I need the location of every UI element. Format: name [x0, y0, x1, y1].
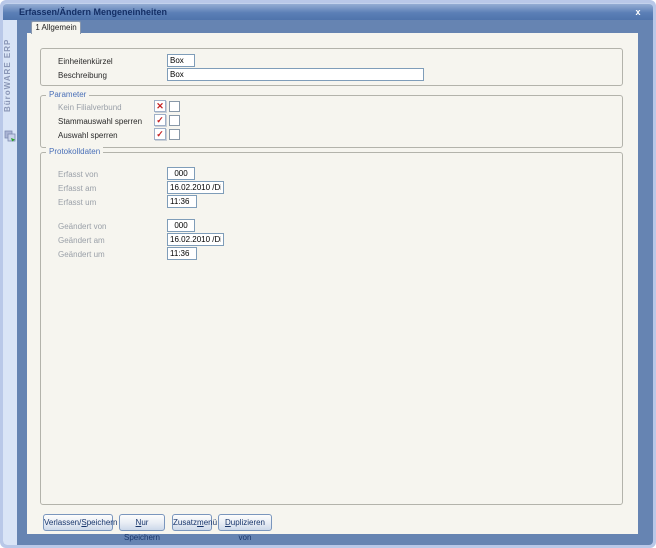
beschreibung-input[interactable]: [167, 68, 424, 81]
kein-filialverbund-checkbox[interactable]: [169, 101, 180, 112]
verlassen-speichern-button[interactable]: Verlassen/Speichern: [43, 514, 113, 531]
group-parameter-title: Parameter: [46, 90, 89, 100]
geaendert-von-input[interactable]: [167, 219, 195, 232]
tab-allgemein[interactable]: 1 Allgemein: [31, 21, 81, 34]
auswahl-sperren-checkbox[interactable]: [169, 129, 180, 140]
erfasst-um-input[interactable]: [167, 195, 197, 208]
duplizieren-von-button[interactable]: Duplizieren von: [218, 514, 272, 531]
auswahl-sperren-label: Auswahl sperren: [58, 129, 118, 142]
einheitenkuerzel-label: Einheitenkürzel: [58, 55, 113, 68]
zusatzmenue-button[interactable]: Zusatzmenü: [172, 514, 212, 531]
brand-vertical-label: BüroWARE ERP: [3, 36, 17, 114]
windows-cascade-icon[interactable]: [4, 130, 16, 142]
dialog-window: Erfassen/Ändern Mengeneinheiten x BüroWA…: [0, 0, 656, 548]
dialog-content: Einheitenkürzel Beschreibung Parameter K…: [27, 33, 638, 534]
close-icon[interactable]: x: [631, 6, 645, 19]
erfasst-von-label: Erfasst von: [58, 168, 98, 181]
kein-filialverbund-label: Kein Filialverbund: [58, 101, 122, 114]
geaendert-um-label: Geändert um: [58, 248, 105, 261]
erfasst-um-label: Erfasst um: [58, 196, 96, 209]
beschreibung-label: Beschreibung: [58, 69, 107, 82]
window-frame: BüroWARE ERP 1 Allgemein Einheitenkürzel…: [3, 20, 653, 545]
stammauswahl-sperren-state-icon[interactable]: [154, 114, 166, 126]
einheitenkuerzel-input[interactable]: [167, 54, 195, 67]
auswahl-sperren-state-icon[interactable]: [154, 128, 166, 140]
window-title: Erfassen/Ändern Mengeneinheiten: [19, 4, 167, 20]
geaendert-am-input[interactable]: [167, 233, 224, 246]
geaendert-um-input[interactable]: [167, 247, 197, 260]
group-protokolldaten-title: Protokolldaten: [46, 147, 103, 157]
nur-speichern-button[interactable]: Nur Speichern: [119, 514, 165, 531]
sidebar: BüroWARE ERP: [3, 20, 17, 545]
stammauswahl-sperren-checkbox[interactable]: [169, 115, 180, 126]
erfasst-von-input[interactable]: [167, 167, 195, 180]
geaendert-am-label: Geändert am: [58, 234, 105, 247]
group-protokolldaten: Protokolldaten: [40, 152, 623, 505]
erfasst-am-label: Erfasst am: [58, 182, 96, 195]
stammauswahl-sperren-label: Stammauswahl sperren: [58, 115, 142, 128]
geaendert-von-label: Geändert von: [58, 220, 106, 233]
kein-filialverbund-state-icon[interactable]: [154, 100, 166, 112]
erfasst-am-input[interactable]: [167, 181, 224, 194]
title-bar: Erfassen/Ändern Mengeneinheiten x: [3, 3, 653, 20]
